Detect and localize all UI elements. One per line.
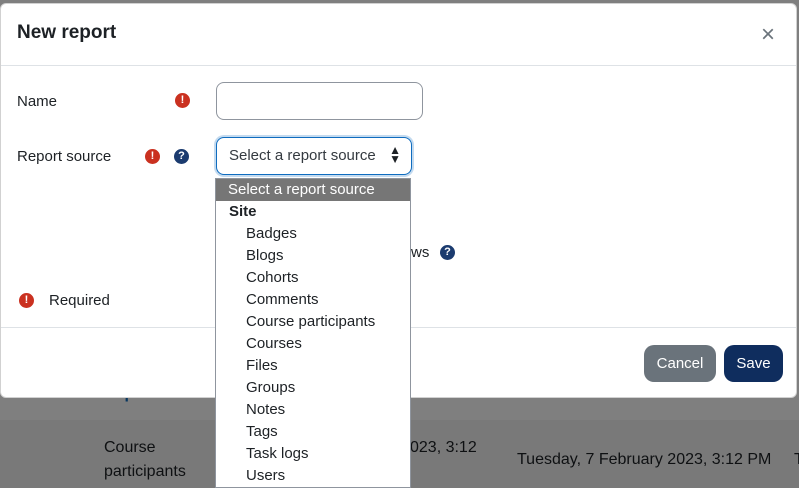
option-tags[interactable]: Tags (216, 421, 410, 443)
save-button[interactable]: Save (724, 345, 783, 382)
close-icon[interactable]: × (758, 23, 778, 47)
required-legend: Required (49, 292, 110, 309)
option-notes[interactable]: Notes (216, 399, 410, 421)
option-users[interactable]: Users (216, 465, 410, 487)
option-groups[interactable]: Groups (216, 377, 410, 399)
select-value: Select a report source (229, 147, 376, 164)
option-cohorts[interactable]: Cohorts (216, 267, 410, 289)
report-source-dropdown[interactable]: Select a report source Site Badges Blogs… (215, 178, 411, 488)
question-circle-icon[interactable]: ? (440, 245, 455, 260)
hidden-field-label-partial: ws (411, 244, 430, 261)
modal-title: New report (17, 22, 117, 43)
option-badges[interactable]: Badges (216, 223, 410, 245)
option-task-logs[interactable]: Task logs (216, 443, 410, 465)
option-course-participants[interactable]: Course participants (216, 311, 410, 333)
option-blogs[interactable]: Blogs (216, 245, 410, 267)
name-input[interactable] (216, 82, 423, 120)
exclamation-circle-icon: ! (175, 93, 190, 108)
question-circle-icon[interactable]: ? (174, 149, 189, 164)
cancel-button[interactable]: Cancel (644, 345, 716, 382)
exclamation-circle-icon: ! (145, 149, 160, 164)
exclamation-circle-icon: ! (19, 293, 34, 308)
report-source-select[interactable]: Select a report source ▲ ▼ (216, 137, 412, 175)
name-label: Name (17, 93, 58, 110)
option-placeholder[interactable]: Select a report source (216, 179, 410, 201)
modal-header: New report × (1, 4, 796, 66)
option-files[interactable]: Files (216, 355, 410, 377)
sort-caret-icon: ▲ ▼ (389, 143, 401, 166)
option-comments[interactable]: Comments (216, 289, 410, 311)
report-source-label: Report source (17, 148, 112, 165)
optgroup-site: Site (229, 203, 257, 220)
option-courses[interactable]: Courses (216, 333, 410, 355)
